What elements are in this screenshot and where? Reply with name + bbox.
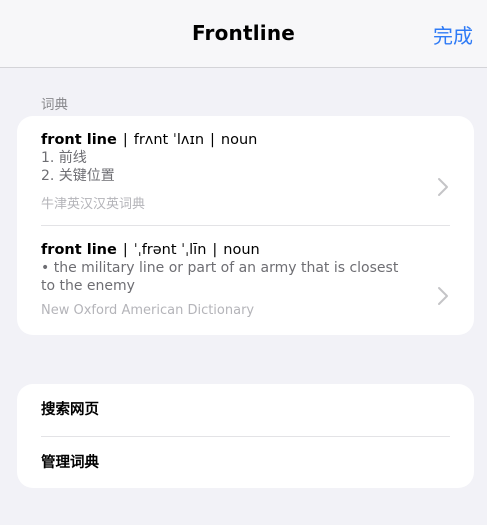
done-button[interactable]: 完成 (433, 20, 473, 49)
entry-pronunciation: frʌnt ˈlʌɪn (133, 132, 205, 148)
separator: | (122, 132, 128, 148)
page-title: Frontline (191, 21, 296, 45)
divider (41, 225, 450, 226)
entry-headword: front line (41, 242, 117, 258)
entry-source: 牛津英汉汉英词典 (41, 197, 146, 212)
definition-item: • the military line or part of an army t… (41, 260, 399, 294)
navigation-bar: Frontline 完成 (0, 0, 487, 68)
separator: | (210, 132, 215, 148)
chevron-right-icon (438, 287, 448, 305)
entry-part-of-speech: noun (220, 132, 258, 148)
dictionary-entry-new-oxford-american[interactable]: front line | ˈˌfrənt ˈˌlīn | noun • the mili… (41, 241, 450, 321)
dictionary-section-header: 词典 (41, 97, 68, 113)
entry-headline: front line | frʌnt ˈlʌɪn | noun (41, 131, 450, 149)
definition-item: 2. 关键位置 (41, 167, 115, 184)
dictionary-entry-oxford-chinese[interactable]: front line | frʌnt ˈlʌɪn | noun 1. 前线 2. 关键位… (41, 131, 450, 226)
definition-item: 1. 前线 (41, 150, 87, 166)
entry-part-of-speech: noun (223, 242, 260, 258)
entry-headword: front line (41, 132, 117, 148)
entry-definitions: • the military line or part of an army t… (41, 260, 450, 295)
manage-dictionaries-button[interactable]: 管理词典 (41, 437, 450, 489)
dictionary-card: front line | frʌnt ˈlʌɪn | noun 1. 前线 2. 关键位… (17, 116, 474, 335)
entry-definitions: 1. 前线 2. 关键位置 (41, 150, 450, 185)
search-web-button[interactable]: 搜索网页 (41, 384, 450, 436)
entry-source: New Oxford American Dictionary (41, 303, 255, 318)
entry-pronunciation: ˈˌfrənt ˈˌlīn (133, 242, 207, 258)
separator: | (212, 242, 218, 258)
entry-headline: front line | ˈˌfrənt ˈˌlīn | noun (41, 241, 450, 259)
actions-card: 搜索网页 管理词典 (17, 384, 474, 488)
chevron-right-icon (438, 178, 448, 196)
separator: | (122, 242, 128, 258)
